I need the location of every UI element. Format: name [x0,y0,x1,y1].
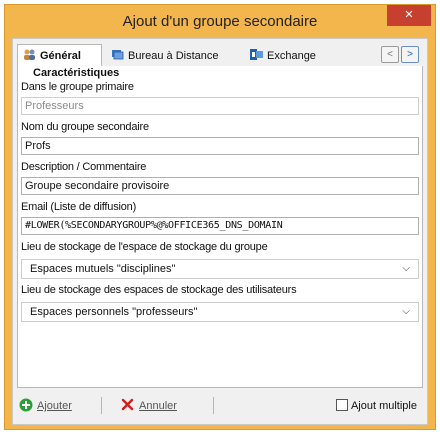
description-label: Description / Commentaire [21,161,147,173]
separator [101,397,102,414]
window-title: Ajout d'un groupe secondaire [122,13,318,30]
title-bar[interactable]: Ajout d'un groupe secondaire × [5,5,435,39]
cancel-label: Annuler [139,400,177,412]
tab-general-label: Général [40,50,81,62]
close-icon: × [404,6,414,23]
primary-group-field: Professeurs [21,97,419,115]
dialog-window: Ajout d'un groupe secondaire × Général B… [4,4,436,430]
group-storage-label: Lieu de stockage de l'espace de stockage… [21,241,268,253]
tab-remote-desktop-label: Bureau à Distance [128,50,219,62]
tab-remote-desktop[interactable]: Bureau à Distance [111,47,219,65]
dialog-body: Général Bureau à Distance Exchange < > C… [12,38,428,425]
group-storage-value: Espaces mutuels "disciplines" [30,263,176,275]
users-storage-select[interactable]: Espaces personnels "professeurs" ⌵ [21,302,419,322]
group-storage-select[interactable]: Espaces mutuels "disciplines" ⌵ [21,259,419,279]
exchange-icon [250,49,263,60]
add-button[interactable]: Ajouter [19,395,72,417]
tab-exchange-label: Exchange [267,50,316,62]
tab-next-button[interactable]: > [401,46,419,63]
chevron-left-icon: < [387,49,393,60]
email-input[interactable]: #LOWER(%SECONDARYGROUP%@%OFFICE365_DNS_D… [21,217,419,235]
primary-group-label: Dans le groupe primaire [21,81,134,93]
tab-exchange[interactable]: Exchange [250,47,316,65]
add-label: Ajouter [37,400,72,412]
secondary-name-input[interactable]: Profs [21,137,419,155]
secondary-name-label: Nom du groupe secondaire [21,121,149,133]
users-storage-value: Espaces personnels "professeurs" [30,306,198,318]
add-icon [19,398,33,412]
button-bar: Ajouter Annuler Ajout multiple [17,393,423,419]
description-input[interactable]: Groupe secondaire provisoire [21,177,419,195]
separator [213,397,214,414]
cancel-button[interactable]: Annuler [121,395,177,417]
section-title: Caractéristiques [33,67,120,79]
checkbox-box[interactable] [335,399,348,411]
email-label: Email (Liste de diffusion) [21,201,137,213]
general-panel: Caractéristiques Dans le groupe primaire… [17,66,423,388]
remote-desktop-icon [112,50,124,60]
chevron-right-icon: > [407,49,413,60]
multiple-add-label: Ajout multiple [350,400,417,412]
users-storage-label: Lieu de stockage des espaces de stockage… [21,284,297,296]
multiple-add-checkbox[interactable]: Ajout multiple [335,399,417,412]
chevron-down-icon: ⌵ [402,263,410,274]
chevron-down-icon: ⌵ [402,306,410,317]
tab-general[interactable]: Général [17,44,102,66]
tab-prev-button[interactable]: < [381,46,399,63]
tab-scroller: < > [381,46,421,64]
tab-strip: Général Bureau à Distance Exchange < > [17,44,423,67]
group-icon [24,49,35,60]
close-button[interactable]: × [387,5,431,26]
cancel-icon [121,398,134,411]
